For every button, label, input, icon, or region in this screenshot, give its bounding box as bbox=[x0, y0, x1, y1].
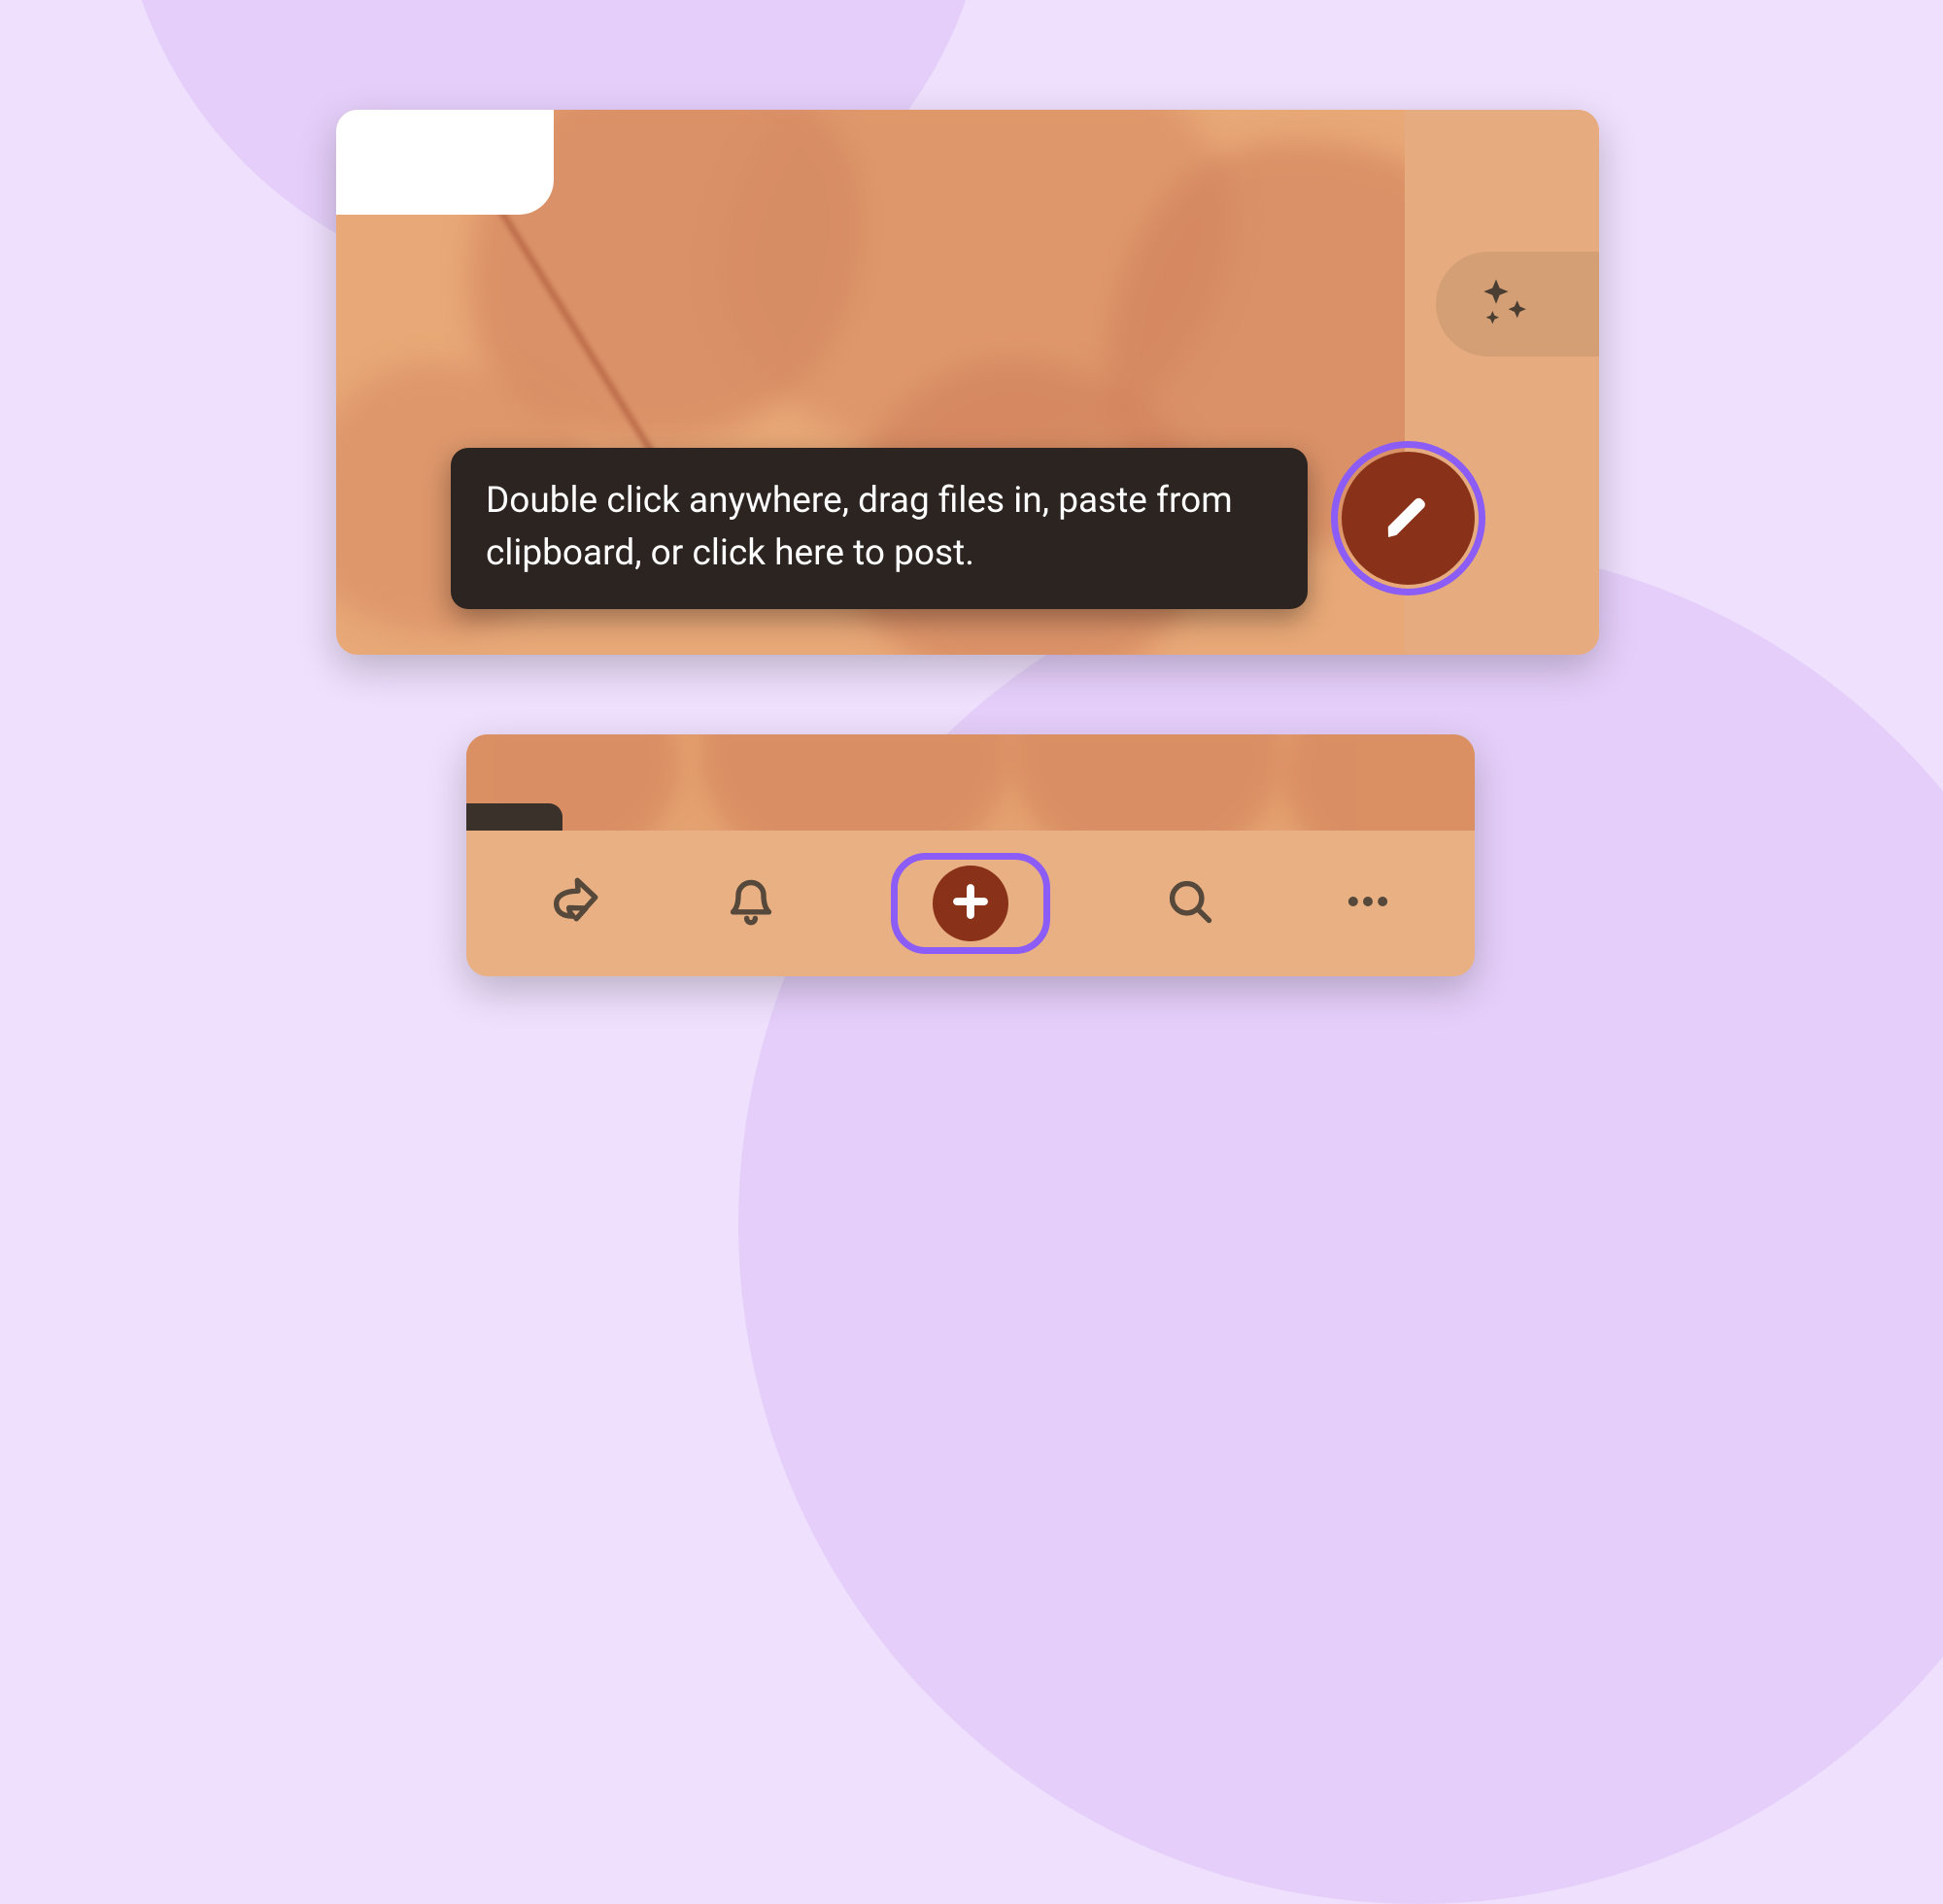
search-icon bbox=[1165, 876, 1215, 931]
decor-leaf bbox=[1010, 734, 1282, 831]
card-corner bbox=[336, 110, 554, 215]
canvas-background[interactable] bbox=[466, 734, 1475, 831]
decor-leaf bbox=[699, 734, 1010, 831]
add-button-inner bbox=[933, 866, 1008, 941]
pencil-icon bbox=[1381, 490, 1436, 548]
effects-button[interactable] bbox=[1436, 252, 1599, 357]
more-button[interactable] bbox=[1329, 865, 1407, 942]
card-edge bbox=[466, 803, 562, 831]
sparkle-icon bbox=[1477, 274, 1533, 334]
notifications-button[interactable] bbox=[712, 865, 790, 942]
decor-leaf bbox=[1282, 734, 1475, 831]
share-icon bbox=[548, 876, 598, 931]
compose-tooltip: Double click anywhere, drag files in, pa… bbox=[451, 448, 1308, 609]
desktop-canvas-panel: Double click anywhere, drag files in, pa… bbox=[336, 110, 1599, 655]
compose-button-inner bbox=[1342, 452, 1475, 585]
share-button[interactable] bbox=[534, 865, 612, 942]
search-button[interactable] bbox=[1151, 865, 1229, 942]
more-icon bbox=[1343, 876, 1393, 931]
bottom-toolbar bbox=[466, 831, 1475, 976]
mobile-toolbar-panel bbox=[466, 734, 1475, 976]
compose-button[interactable] bbox=[1331, 441, 1485, 595]
plus-icon bbox=[950, 881, 991, 926]
tooltip-text: Double click anywhere, drag files in, pa… bbox=[486, 480, 1233, 574]
bell-icon bbox=[726, 876, 776, 931]
add-post-button[interactable] bbox=[891, 853, 1050, 954]
